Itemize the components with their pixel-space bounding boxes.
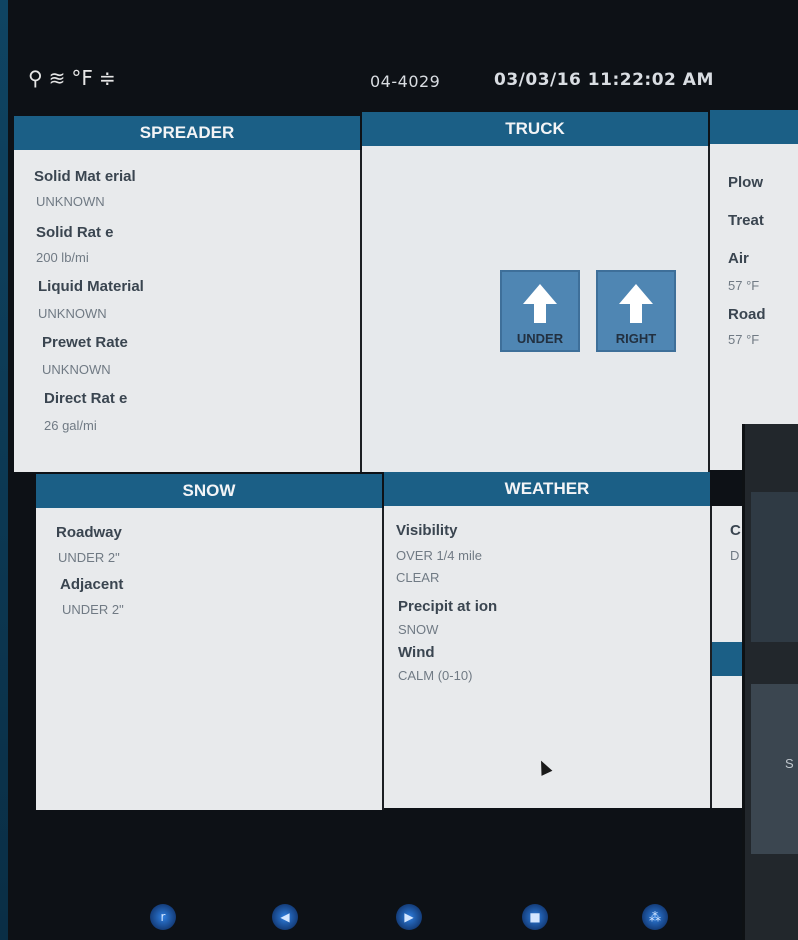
overlay-device: S xyxy=(742,424,798,940)
spreader-panel[interactable]: Solid Mat erial UNKNOWN Solid Rat e 200 … xyxy=(14,150,362,472)
precipitation-value: SNOW xyxy=(398,622,439,637)
treat-label: Treat xyxy=(728,212,764,229)
liquid-material-label: Liquid Material xyxy=(38,278,144,295)
roadway-value: UNDER 2" xyxy=(58,550,120,565)
weather-header: WEATHER xyxy=(384,472,710,506)
wifi-icon: ≋ xyxy=(48,66,66,90)
solid-material-label: Solid Mat erial xyxy=(34,168,136,185)
overlay-screen-top xyxy=(751,492,798,642)
overlay-fragment: S xyxy=(785,756,794,771)
truck-panel: UNDER RIGHT xyxy=(362,146,710,472)
bottom-nav: r ◀ ▶ ■ ⁂ xyxy=(100,898,740,938)
visibility-label: Visibility xyxy=(396,522,458,539)
direct-rate-value: 26 gal/mi xyxy=(44,418,97,433)
under-button-label: UNDER xyxy=(516,331,564,346)
right-lower-fragment-1: C xyxy=(730,522,741,539)
road-label: Road xyxy=(728,306,766,323)
prewet-rate-label: Prewet Rate xyxy=(42,334,128,351)
datetime: 03/03/16 11:22:02 AM xyxy=(494,70,714,90)
plow-label: Plow xyxy=(728,174,764,191)
road-value: 57 °F xyxy=(728,332,760,347)
status-bar: ⚲ ≋ °F ≑ 04-4029 03/03/16 11:22:02 AM xyxy=(10,58,790,102)
air-label: Air xyxy=(728,250,749,267)
air-value: 57 °F xyxy=(728,278,760,293)
status-icons: ⚲ ≋ °F ≑ xyxy=(28,66,116,90)
arrow-shaft xyxy=(534,303,546,323)
window-icon[interactable]: ■ xyxy=(522,904,548,930)
right-lower-fragment-2: D xyxy=(730,548,740,563)
wind-value: CALM (0-10) xyxy=(398,668,473,683)
temperature-icon: °F xyxy=(71,66,93,90)
solid-rate-label: Solid Rat e xyxy=(36,224,114,241)
adjacent-label: Adjacent xyxy=(60,576,124,593)
adjacent-value: UNDER 2" xyxy=(62,602,124,617)
signal-icon: ≑ xyxy=(98,66,116,90)
solid-material-value: UNKNOWN xyxy=(36,194,105,209)
visibility-value: OVER 1/4 mile xyxy=(396,548,482,563)
precipitation-label: Precipit at ion xyxy=(398,598,498,615)
direct-rate-label: Direct Rat e xyxy=(44,390,128,407)
snow-panel[interactable]: Roadway UNDER 2" Adjacent UNDER 2" xyxy=(36,508,384,810)
home-icon[interactable]: r xyxy=(150,904,176,930)
prewet-rate-value: UNKNOWN xyxy=(42,362,111,377)
unit-id: 04-4029 xyxy=(370,72,441,91)
solid-rate-value: 200 lb/mi xyxy=(36,250,89,265)
truck-header: TRUCK xyxy=(362,112,708,146)
apps-icon[interactable]: ⁂ xyxy=(642,904,668,930)
snow-header: SNOW xyxy=(36,474,382,508)
right-panel-header xyxy=(710,110,798,144)
arrow-up-icon xyxy=(619,284,653,304)
liquid-material-value: UNKNOWN xyxy=(38,306,107,321)
location-icon: ⚲ xyxy=(28,66,43,90)
forward-icon[interactable]: ▶ xyxy=(396,904,422,930)
spreader-header: SPREADER xyxy=(14,116,360,150)
wind-label: Wind xyxy=(398,644,435,661)
right-button-label: RIGHT xyxy=(615,331,657,346)
right-panel: Plow Treat Air 57 °F Road 57 °F xyxy=(710,144,798,470)
under-button[interactable]: UNDER xyxy=(500,270,580,352)
roadway-label: Roadway xyxy=(56,524,122,541)
back-icon[interactable]: ◀ xyxy=(272,904,298,930)
arrow-shaft xyxy=(630,303,642,323)
right-button[interactable]: RIGHT xyxy=(596,270,676,352)
arrow-up-icon xyxy=(523,284,557,304)
visibility-condition: CLEAR xyxy=(396,570,440,585)
